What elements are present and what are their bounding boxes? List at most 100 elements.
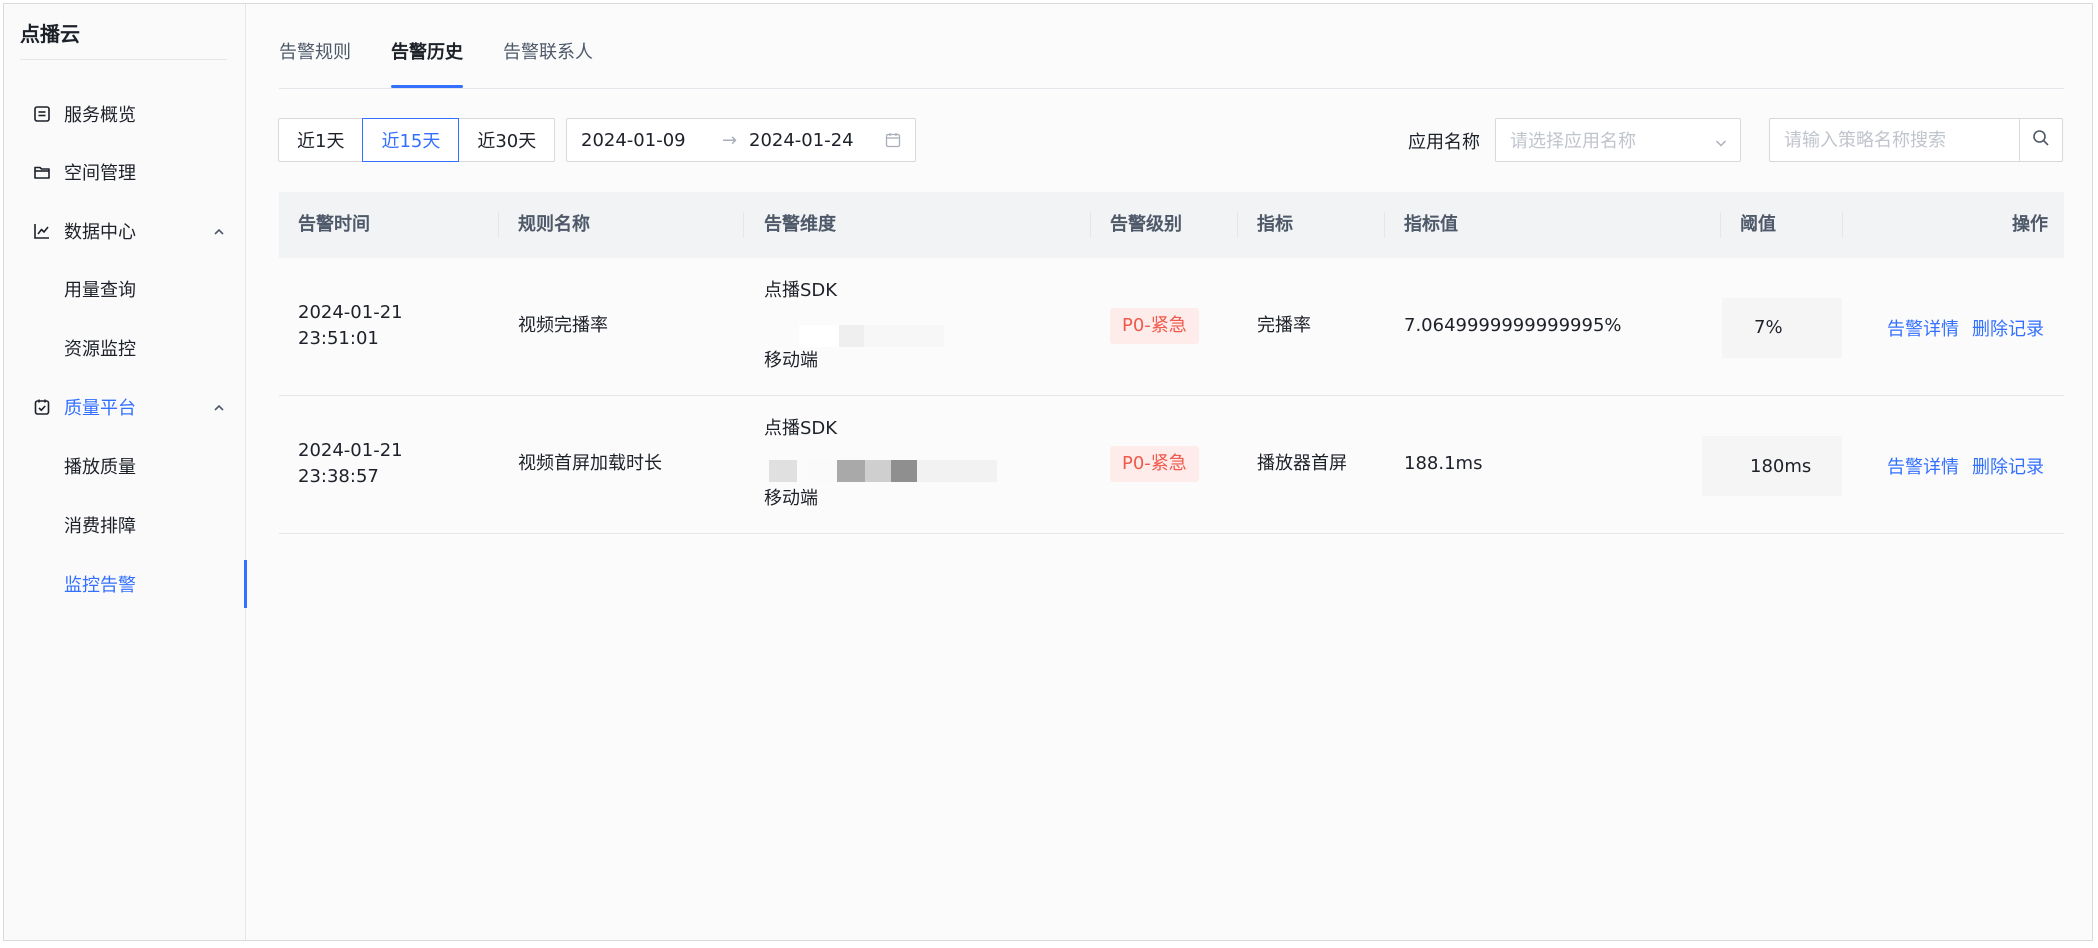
dimension-bottom: 移动端 [764,488,818,509]
redacted-block [769,460,797,482]
redacted-block [865,460,891,482]
column-divider [1090,212,1091,238]
column-header-dimension: 告警维度 [764,214,836,235]
sidebar-item-quality-platform[interactable]: 质量平台 [4,383,246,431]
redacted-block [809,460,837,482]
tab-divider [279,88,2064,89]
sidebar-item-data-center[interactable]: 数据中心 [4,207,246,255]
metric-name: 播放器首屏 [1257,453,1347,474]
alert-detail-link[interactable]: 告警详情 [1887,315,1959,341]
dimension-top: 点播SDK [764,418,838,439]
arrow-right-icon: → [722,129,738,151]
chevron-up-icon [212,223,226,237]
redacted-block [799,325,839,347]
folder-icon [32,162,52,182]
time-range-group: 近1天 近15天 近30天 [278,118,556,162]
policy-search-field [1769,118,2019,162]
metric-name: 完播率 [1257,315,1311,336]
alert-date: 2024-01-21 [298,440,403,461]
metric-value: 7.0649999999999995% [1404,315,1622,336]
quality-icon [32,397,52,417]
range-30-days-button[interactable]: 近30天 [458,118,556,162]
chart-line-icon [32,221,52,241]
level-badge: P0-紧急 [1110,308,1199,344]
tab-alert-contacts[interactable]: 告警联系人 [503,42,593,88]
calendar-icon [885,132,901,148]
sidebar-item-label: 资源监控 [64,339,136,360]
column-divider [498,212,499,238]
alert-time: 23:51:01 [298,328,379,349]
threshold-value: 180ms [1750,456,1812,477]
alert-date: 2024-01-21 [298,302,403,323]
column-header-actions: 操作 [2012,214,2048,235]
alert-time: 23:38:57 [298,466,379,487]
redacted-block [839,325,864,347]
table-row: 2024-01-21 23:51:01 视频完播率 点播SDK 移动端 P0-紧… [279,258,2064,396]
rule-name: 视频完播率 [518,315,608,336]
metric-value: 188.1ms [1404,453,1483,474]
delete-record-link[interactable]: 删除记录 [1972,315,2044,341]
sidebar-item-monitor-alert[interactable]: 监控告警 [4,560,247,608]
brand-divider [20,59,227,60]
redacted-block [891,460,917,482]
tab-alert-rules[interactable]: 告警规则 [279,42,351,88]
dimension-bottom: 移动端 [764,350,818,371]
column-header-rule-name: 规则名称 [518,214,590,235]
sidebar-item-label: 监控告警 [64,575,136,596]
sidebar-item-label: 服务概览 [64,105,136,126]
column-divider [1384,212,1385,238]
date-end[interactable]: 2024-01-24 [749,130,854,151]
sidebar-item-space[interactable]: 空间管理 [4,148,246,196]
threshold-value: 7% [1754,317,1783,338]
sidebar: 点播云 服务概览 空间管理 数据中心 用量查询 资源监控 质量平台 播放质量 消… [4,4,247,940]
column-divider [1237,212,1238,238]
table-row: 2024-01-21 23:38:57 视频首屏加载时长 点播SDK 移动端 P… [279,396,2064,534]
sidebar-item-label: 数据中心 [64,222,136,243]
range-1-day-button[interactable]: 近1天 [278,118,364,162]
brand-title: 点播云 [20,22,80,46]
date-start[interactable]: 2024-01-09 [581,130,686,151]
column-divider [1842,212,1843,238]
chevron-up-icon [212,399,226,413]
sidebar-item-label: 质量平台 [64,398,136,419]
sidebar-item-usage-query[interactable]: 用量查询 [4,265,246,313]
column-header-metric-value: 指标值 [1404,214,1458,235]
alert-history-table: 告警时间 规则名称 告警维度 告警级别 指标 指标值 阈值 操作 2024-01… [279,192,2064,534]
date-range-picker[interactable]: 2024-01-09 → 2024-01-24 [566,118,916,162]
tab-alert-history[interactable]: 告警历史 [391,42,463,88]
column-header-metric: 指标 [1257,214,1293,235]
sidebar-item-resource-monitor[interactable]: 资源监控 [4,324,246,372]
rule-name: 视频首屏加载时长 [518,453,662,474]
search-icon [2032,129,2050,152]
level-badge: P0-紧急 [1110,446,1199,482]
redacted-block [917,460,997,482]
alert-detail-link[interactable]: 告警详情 [1887,453,1959,479]
redacted-block [837,460,865,482]
app-name-select[interactable]: 请选择应用名称 [1495,118,1741,162]
delete-record-link[interactable]: 删除记录 [1972,453,2044,479]
redacted-block [864,325,944,347]
sidebar-item-overview[interactable]: 服务概览 [4,90,246,138]
app-name-label: 应用名称 [1408,132,1480,153]
overview-icon [32,104,52,124]
tab-bar: 告警规则 告警历史 告警联系人 [279,42,633,88]
range-15-days-button[interactable]: 近15天 [362,118,460,162]
policy-search-input[interactable] [1770,119,2019,161]
sidebar-item-label: 空间管理 [64,163,136,184]
table-header: 告警时间 规则名称 告警维度 告警级别 指标 指标值 阈值 操作 [279,192,2064,258]
column-divider [743,212,744,238]
sidebar-item-playback-quality[interactable]: 播放质量 [4,442,246,490]
column-header-alert-time: 告警时间 [298,214,370,235]
app-select-placeholder: 请选择应用名称 [1510,131,1636,152]
column-divider [1720,212,1721,238]
sidebar-item-consumption-troubleshoot[interactable]: 消费排障 [4,501,246,549]
column-header-level: 告警级别 [1110,214,1182,235]
sidebar-item-label: 消费排障 [64,516,136,537]
main-content: 告警规则 告警历史 告警联系人 近1天 近15天 近30天 2024-01-09… [247,4,2092,940]
sidebar-item-label: 播放质量 [64,457,136,478]
app-frame: 点播云 服务概览 空间管理 数据中心 用量查询 资源监控 质量平台 播放质量 消… [3,3,2093,941]
dimension-top: 点播SDK [764,280,838,301]
column-header-threshold: 阈值 [1740,214,1776,235]
chevron-down-icon [1714,134,1728,148]
search-button[interactable] [2019,118,2063,162]
